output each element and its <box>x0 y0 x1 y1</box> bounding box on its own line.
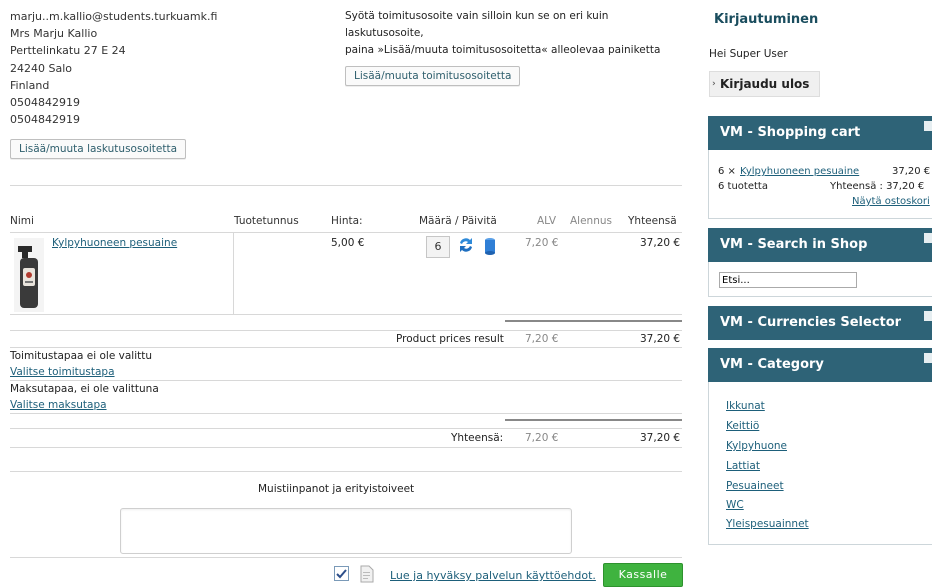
shipping-info-line2: laskutusosoite, <box>345 27 424 39</box>
search-module-title: VM - Search in Shop <box>720 237 868 252</box>
terms-checkbox[interactable] <box>334 566 349 581</box>
product-link[interactable]: Kylpyhuoneen pesuaine <box>52 237 177 249</box>
billing-city: 24240 Salo <box>10 62 72 75</box>
row-divider <box>10 347 682 348</box>
search-module-header[interactable]: VM - Search in Shop <box>708 228 932 262</box>
category-link-lattiat[interactable]: Lattiat <box>726 460 760 472</box>
category-link-wc[interactable]: WC <box>726 499 744 511</box>
col-header-discount: Alennus <box>570 215 612 227</box>
billing-country: Finland <box>10 79 50 92</box>
notes-label-text: Muistiinpanot ja erityistoiveet <box>258 483 415 495</box>
cart-line-product-link[interactable]: Kylpyhuoneen pesuaine <box>740 166 859 177</box>
notes-label: Muistiinpanot ja erityistoiveet <box>258 483 414 495</box>
quantity-input[interactable]: 6 <box>426 236 450 258</box>
category-link-ikkunat[interactable]: Ikkunat <box>726 400 765 412</box>
logout-button-label: Kirjaudu ulos <box>720 77 810 91</box>
grand-total-label: Yhteensä: <box>451 432 504 444</box>
divider <box>10 557 682 558</box>
billing-mobile: 0504842919 <box>10 113 80 126</box>
category-link-pesuaineet[interactable]: Pesuaineet <box>726 480 784 492</box>
product-price: 5,00 € <box>331 237 365 249</box>
product-total: 37,20 € <box>640 237 681 249</box>
document-icon <box>359 565 375 583</box>
row-divider <box>10 380 682 381</box>
category-module-title: VM - Category <box>720 357 824 372</box>
col-header-total: Yhteensä <box>628 215 677 227</box>
collapse-icon[interactable] <box>924 353 932 363</box>
logout-button[interactable]: › Kirjaudu ulos <box>709 71 821 97</box>
col-header-sku: Tuotetunnus <box>234 215 299 227</box>
show-cart-link[interactable]: Näytä ostoskori <box>852 196 930 207</box>
greeting: Hei Super User <box>709 48 788 60</box>
shop-search-input[interactable] <box>719 272 857 288</box>
divider <box>10 185 682 186</box>
notes-textarea[interactable] <box>120 508 572 554</box>
cart-line-qty: 6 × <box>718 166 736 177</box>
col-header-price: Hinta: <box>331 215 363 227</box>
row-divider <box>10 314 682 315</box>
cart-count: 6 tuotetta <box>718 181 768 192</box>
terms-link[interactable]: Lue ja hyväksy palvelun käyttöehdot. <box>390 569 596 582</box>
category-module-header[interactable]: VM - Category <box>708 348 932 382</box>
currency-module-header[interactable]: VM - Currencies Selector <box>708 306 932 340</box>
col-header-name: Nimi <box>10 215 34 227</box>
cart-total: Yhteensä : 37,20 € <box>830 181 925 192</box>
product-image[interactable] <box>14 238 44 312</box>
delete-item-icon[interactable] <box>484 237 496 255</box>
col-header-quantity: Määrä / Päivitä <box>419 215 497 227</box>
col-header-vat: ALV <box>537 215 557 227</box>
cart-module-header[interactable]: VM - Shopping cart <box>708 116 932 150</box>
checkout-button[interactable]: Kassalle <box>603 563 683 587</box>
billing-street: Perttelinkatu 27 E 24 <box>10 44 126 57</box>
shipping-method-status: Toimitustapaa ei ole valittu <box>10 350 153 362</box>
shipping-info-line3: paina »Lisää/muuta toimitusosoitetta« al… <box>345 44 661 56</box>
category-link-kylpyhuone[interactable]: Kylpyhuone <box>726 440 787 452</box>
billing-email: marju..m.kallio@students.turkuamk.fi <box>10 10 218 23</box>
product-prices-vat: 7,20 € <box>525 333 559 345</box>
product-prices-label: Product prices result <box>396 333 504 345</box>
row-divider <box>10 413 682 414</box>
row-divider <box>10 428 682 429</box>
row-divider <box>10 447 682 448</box>
login-title: Kirjautuminen <box>714 12 819 27</box>
shipping-info-line1: Syötä toimitusosoite vain silloin kun se… <box>345 10 609 22</box>
edit-shipping-address-button[interactable]: Lisää/muuta toimitusosoitetta <box>345 66 521 86</box>
currency-module-title: VM - Currencies Selector <box>720 315 902 330</box>
edit-billing-address-button[interactable]: Lisää/muuta laskutusosoitetta <box>10 139 187 159</box>
payment-method-status: Maksutapaa, ei ole valittuna <box>10 383 159 395</box>
collapse-icon[interactable] <box>924 121 932 131</box>
total-rule <box>505 419 682 421</box>
expand-icon[interactable] <box>924 311 932 321</box>
product-vat: 7,20 € <box>525 237 559 249</box>
grand-total-vat: 7,20 € <box>525 432 559 444</box>
table-header-line <box>10 232 682 233</box>
category-link-yleispesuainnet[interactable]: Yleispesuainnet <box>726 518 809 530</box>
category-link-keittio[interactable]: Keittiö <box>726 420 759 432</box>
grand-total-value: 37,20 € <box>640 432 681 444</box>
cart-line-price: 37,20 € <box>892 166 931 177</box>
collapse-icon[interactable] <box>924 233 932 243</box>
cart-module-title: VM - Shopping cart <box>720 125 861 140</box>
select-payment-link[interactable]: Valitse maksutapa <box>10 399 107 411</box>
billing-phone: 0504842919 <box>10 96 80 109</box>
product-prices-total: 37,20 € <box>640 333 681 345</box>
select-shipping-link[interactable]: Valitse toimitustapa <box>10 366 115 378</box>
chevron-right-icon: › <box>712 79 716 89</box>
divider <box>10 471 682 472</box>
row-divider <box>10 330 682 331</box>
subtotal-rule <box>505 320 682 322</box>
col-divider <box>233 232 234 314</box>
billing-name: Mrs Marju Kallio <box>10 27 98 40</box>
update-quantity-icon[interactable] <box>457 235 475 255</box>
